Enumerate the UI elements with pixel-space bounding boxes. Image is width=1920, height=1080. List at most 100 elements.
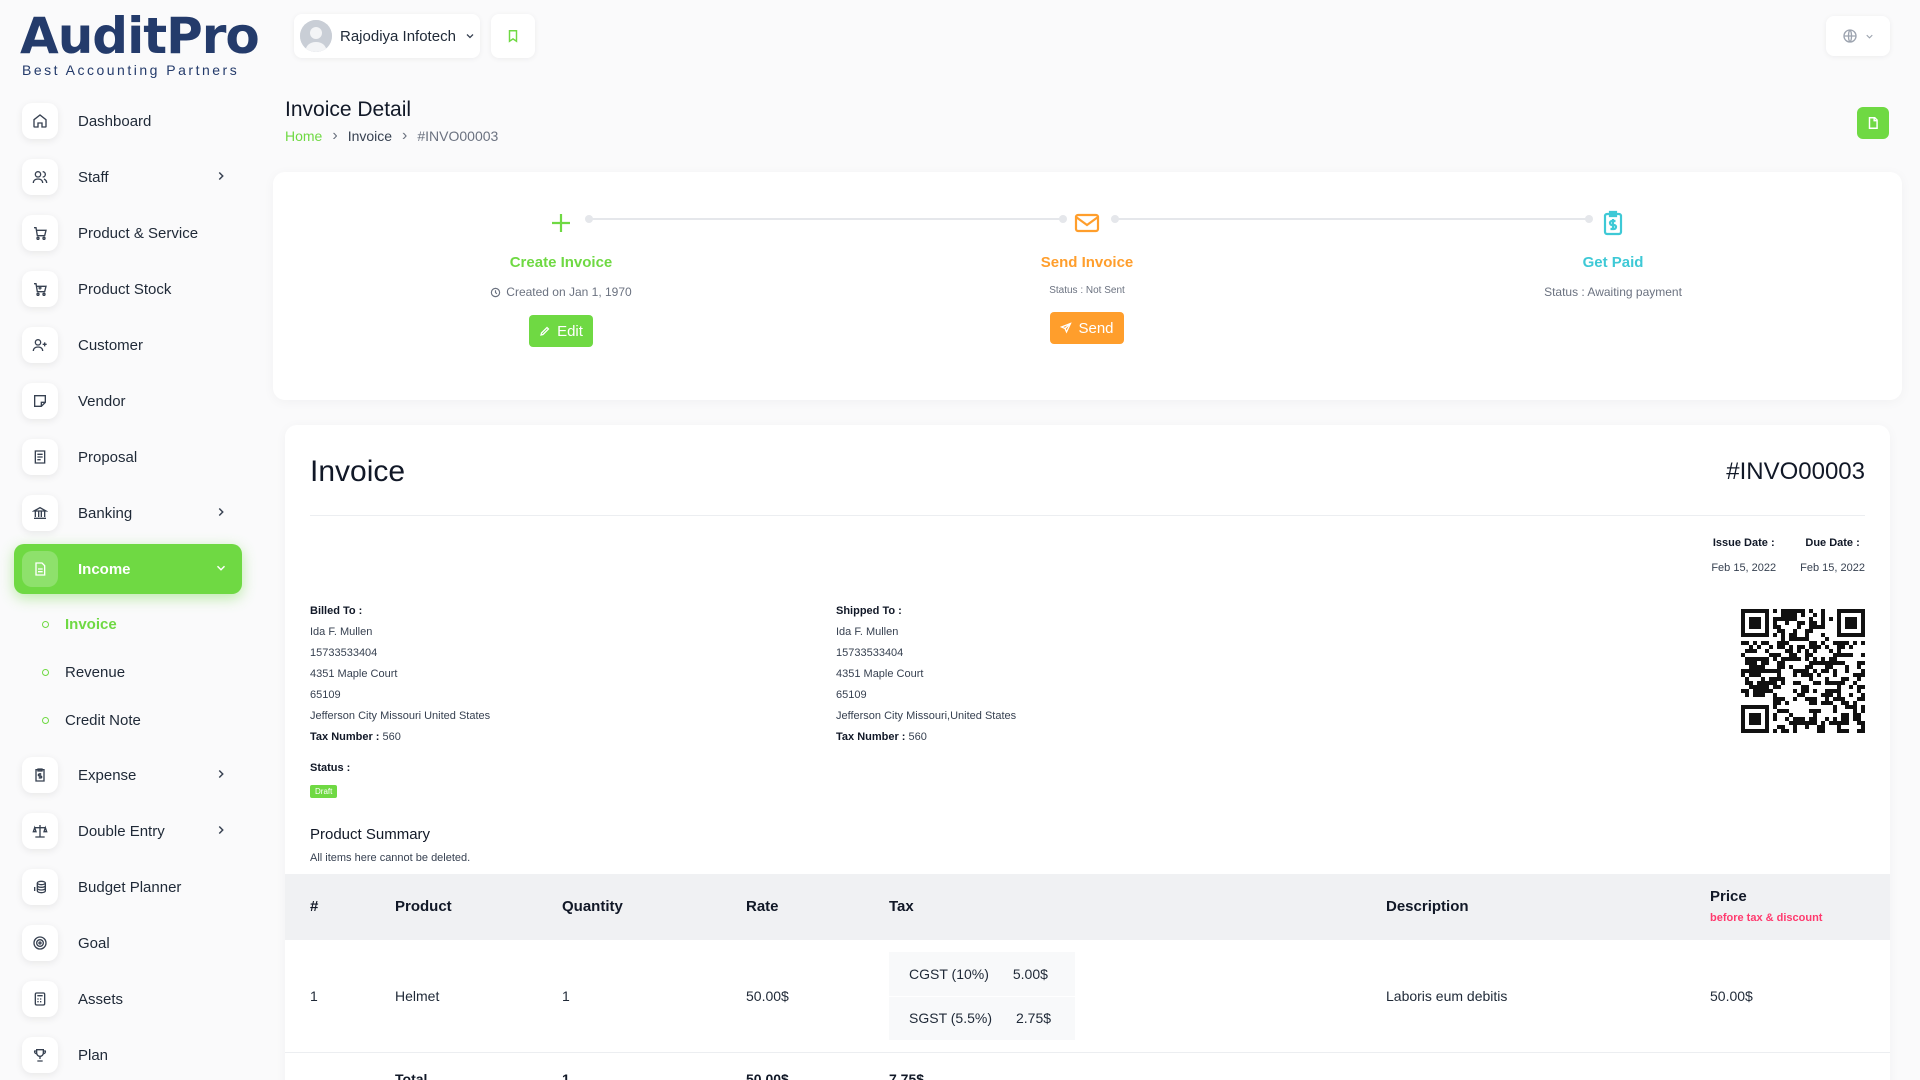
sidebar-item-product-service[interactable]: Product & Service [14, 208, 242, 258]
note-icon [22, 383, 58, 419]
edit-button-label: Edit [557, 322, 583, 340]
download-pdf-button[interactable] [1857, 107, 1889, 139]
avatar [300, 20, 332, 52]
globe-icon [1842, 29, 1857, 43]
sidebar-item-proposal[interactable]: Proposal [14, 432, 242, 482]
send-status: Status : Not Sent [1049, 285, 1125, 296]
product-summary-note: All items here cannot be deleted. [310, 852, 471, 864]
shipped-name: Ida F. Mullen [836, 626, 899, 638]
sidebar-item-label: Double Entry [78, 822, 165, 840]
chevron-right-icon [218, 825, 224, 835]
price-note: before tax & discount [1710, 912, 1823, 924]
step-title: Send Invoice [1040, 254, 1134, 271]
logo[interactable]: AuditPro Best Accounting Partners [20, 10, 260, 78]
breadcrumb: Home › Invoice › #INVO00003 [285, 127, 498, 145]
bookmark-button[interactable] [491, 14, 535, 58]
income-submenu: Invoice Revenue Credit Note [14, 600, 242, 744]
payment-status: Status : Awaiting payment [1544, 285, 1682, 299]
shipped-zip: 65109 [836, 689, 867, 701]
column-header-product: Product [395, 898, 452, 915]
sidebar-item-product-stock[interactable]: Product Stock [14, 264, 242, 314]
status-badge: Draft [310, 785, 338, 798]
created-date: Created on Jan 1, 1970 [506, 285, 632, 299]
sidebar-item-label: Dashboard [78, 112, 152, 130]
step-title: Get Paid [1582, 254, 1644, 271]
sidebar-item-label: Vendor [78, 392, 126, 410]
product-summary-title: Product Summary [310, 826, 431, 843]
tax-line: CGST (10%) 5.00$ [909, 966, 1048, 982]
bank-icon [22, 495, 58, 531]
submenu-item-credit-note[interactable]: Credit Note [14, 696, 242, 744]
sidebar-item-vendor[interactable]: Vendor [14, 376, 242, 426]
sidebar-item-label: Goal [78, 934, 110, 952]
issue-date-label: Issue Date : [1712, 537, 1775, 549]
submenu-label: Revenue [65, 663, 126, 681]
sidebar-item-income[interactable]: Income [14, 544, 242, 594]
breadcrumb-home[interactable]: Home [285, 128, 322, 144]
edit-button[interactable]: Edit [529, 315, 593, 347]
file-icon [1868, 117, 1878, 129]
billed-street: 4351 Maple Court [310, 668, 398, 680]
submenu-item-revenue[interactable]: Revenue [14, 648, 242, 696]
breadcrumb-invoice[interactable]: Invoice [348, 128, 392, 144]
tax-amount: 5.00$ [1012, 966, 1048, 982]
column-header-quantity: Quantity [562, 898, 623, 915]
chevron-down-icon [466, 34, 474, 39]
chevron-down-icon [216, 565, 226, 571]
sidebar-item-customer[interactable]: Customer [14, 320, 242, 370]
row-product: Helmet [395, 988, 440, 1004]
send-icon [1060, 322, 1073, 334]
total-rate: 50.00$ [746, 1071, 789, 1080]
submenu-label: Credit Note [65, 711, 141, 729]
breadcrumb-separator-icon: › [402, 127, 408, 144]
billed-to-address: Billed To : Ida F. Mullen 15733533404 43… [310, 601, 490, 748]
billed-name: Ida F. Mullen [310, 626, 373, 638]
sidebar-item-budget-planner[interactable]: Budget Planner [14, 862, 242, 912]
chevron-right-icon [218, 171, 224, 181]
clipboard-dollar-icon [22, 757, 58, 793]
chevron-down-icon [1865, 34, 1873, 39]
sidebar-item-goal[interactable]: Goal [14, 918, 242, 968]
bullet-icon [42, 668, 49, 676]
column-header-price: Price [1710, 888, 1747, 905]
billed-tax-number: 560 [382, 731, 401, 743]
scale-icon [22, 813, 58, 849]
trophy-icon [22, 1037, 58, 1073]
sidebar-item-double-entry[interactable]: Double Entry [14, 806, 242, 856]
divider [889, 996, 1075, 997]
language-selector[interactable] [1826, 16, 1890, 56]
sidebar-item-dashboard[interactable]: Dashboard [14, 96, 242, 146]
column-header-description: Description [1386, 898, 1469, 915]
sidebar-item-banking[interactable]: Banking [14, 488, 242, 538]
row-description: Laboris eum debitis [1386, 988, 1508, 1004]
divider [285, 1052, 1890, 1053]
column-header-rate: Rate [746, 898, 779, 915]
total-label: Total [395, 1071, 428, 1080]
sidebar-item-label: Banking [78, 504, 133, 522]
sidebar-item-assets[interactable]: Assets [14, 974, 242, 1024]
shipped-phone: 15733533404 [836, 647, 904, 659]
logo-text: AuditPro [20, 7, 260, 65]
sidebar-item-plan[interactable]: Plan [14, 1030, 242, 1080]
sidebar-item-label: Income [78, 560, 131, 578]
row-price: 50.00$ [1710, 988, 1753, 1004]
company-switcher[interactable]: Rajodiya Infotech [294, 14, 480, 58]
send-button[interactable]: Send [1050, 312, 1124, 344]
status-label: Status : [310, 762, 351, 774]
sidebar-nav: Dashboard Staff Product & Service Produc… [14, 96, 242, 1080]
bookmark-icon [508, 30, 518, 43]
sidebar-item-label: Expense [78, 766, 137, 784]
billed-zip: 65109 [310, 689, 341, 701]
bullet-icon [42, 620, 49, 628]
sidebar-item-label: Budget Planner [78, 878, 182, 896]
sidebar-item-expense[interactable]: Expense [14, 750, 242, 800]
invoice-card: Invoice #INVO00003 Issue Date : Feb 15, … [285, 425, 1890, 1080]
page-title: Invoice Detail [285, 98, 412, 121]
shipped-tax-label: Tax Number : [836, 731, 906, 743]
invoice-dates: Issue Date : Feb 15, 2022 Due Date : Feb… [1711, 537, 1865, 574]
chevron-right-icon [218, 507, 224, 517]
sidebar-item-staff[interactable]: Staff [14, 152, 242, 202]
invoice-number: #INVO00003 [1726, 458, 1865, 485]
submenu-item-invoice[interactable]: Invoice [14, 600, 242, 648]
sidebar-item-label: Product Stock [78, 280, 172, 298]
